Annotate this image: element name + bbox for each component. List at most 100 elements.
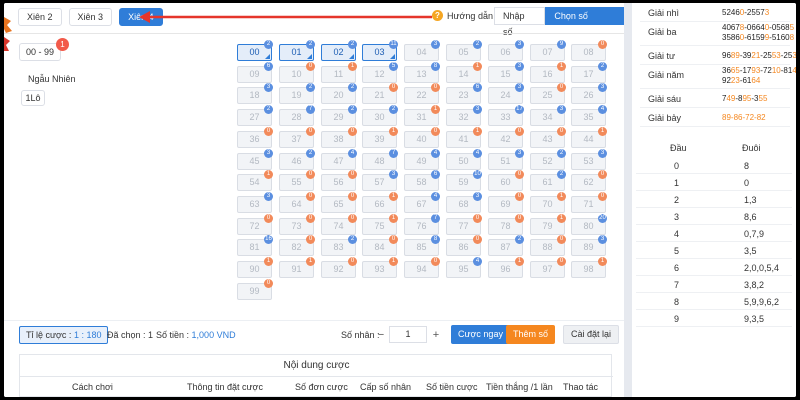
number-cell[interactable]: 11 1 xyxy=(321,62,357,83)
number-cell[interactable]: 37 0 xyxy=(279,127,315,148)
number-cell[interactable]: 34 3 xyxy=(530,105,566,126)
number-cell[interactable]: 33 17 xyxy=(488,105,524,126)
number-cell[interactable]: 97 0 xyxy=(530,257,566,278)
number-cell[interactable]: 61 2 xyxy=(530,170,566,191)
number-cell[interactable]: 10 0 xyxy=(279,62,315,83)
number-cell[interactable]: 05 2 xyxy=(446,40,482,61)
number-cell[interactable]: 79 1 xyxy=(530,214,566,235)
number-cell[interactable]: 14 1 xyxy=(446,62,482,83)
number-cell[interactable]: 36 0 xyxy=(237,127,273,148)
number-cell[interactable]: 82 0 xyxy=(279,235,315,256)
number-cell[interactable]: 95 4 xyxy=(446,257,482,278)
number-cell[interactable]: 00 2 xyxy=(237,40,273,61)
number-cell[interactable]: 48 7 xyxy=(362,149,398,170)
number-cell[interactable]: 22 0 xyxy=(404,83,440,104)
number-cell[interactable]: 43 0 xyxy=(530,127,566,148)
number-cell[interactable]: 41 1 xyxy=(446,127,482,148)
number-cell[interactable]: 24 3 xyxy=(488,83,524,104)
number-cell[interactable]: 67 4 xyxy=(404,192,440,213)
number-cell[interactable]: 88 0 xyxy=(530,235,566,256)
tab-xien-3[interactable]: Xiên 3 xyxy=(68,8,113,26)
number-cell[interactable]: 51 3 xyxy=(488,149,524,170)
number-cell[interactable]: 39 1 xyxy=(362,127,398,148)
number-cell[interactable]: 93 1 xyxy=(362,257,398,278)
quick-pick-mode[interactable]: Chọn số nhanh xyxy=(545,7,624,37)
number-cell[interactable]: 13 8 xyxy=(404,62,440,83)
number-cell[interactable]: 25 0 xyxy=(530,83,566,104)
number-cell[interactable]: 64 0 xyxy=(279,192,315,213)
number-cell[interactable]: 29 2 xyxy=(321,105,357,126)
number-cell[interactable]: 89 3 xyxy=(571,235,607,256)
number-cell[interactable]: 68 3 xyxy=(446,192,482,213)
number-cell[interactable]: 58 6 xyxy=(404,170,440,191)
number-cell[interactable]: 83 2 xyxy=(321,235,357,256)
bet-now-button[interactable]: Cược ngay xyxy=(451,325,510,344)
number-cell[interactable]: 46 2 xyxy=(279,149,315,170)
number-cell[interactable]: 08 0 xyxy=(571,40,607,61)
number-cell[interactable]: 49 4 xyxy=(404,149,440,170)
number-cell[interactable]: 03 11 xyxy=(362,40,398,61)
random-label[interactable]: Ngẫu Nhiên xyxy=(28,74,76,84)
number-cell[interactable]: 77 0 xyxy=(446,214,482,235)
number-cell[interactable]: 32 3 xyxy=(446,105,482,126)
number-cell[interactable]: 75 1 xyxy=(362,214,398,235)
number-cell[interactable]: 52 2 xyxy=(530,149,566,170)
number-cell[interactable]: 84 0 xyxy=(362,235,398,256)
number-cell[interactable]: 78 0 xyxy=(488,214,524,235)
number-cell[interactable]: 19 2 xyxy=(279,83,315,104)
number-cell[interactable]: 21 0 xyxy=(362,83,398,104)
tab-xien-2[interactable]: Xiên 2 xyxy=(18,8,62,26)
number-cell[interactable]: 31 1 xyxy=(404,105,440,126)
number-cell[interactable]: 73 0 xyxy=(279,214,315,235)
number-cell[interactable]: 92 0 xyxy=(321,257,357,278)
number-cell[interactable]: 91 1 xyxy=(279,257,315,278)
number-cell[interactable]: 02 2 xyxy=(321,40,357,61)
number-cell[interactable]: 15 3 xyxy=(488,62,524,83)
number-cell[interactable]: 71 0 xyxy=(571,192,607,213)
number-cell[interactable]: 23 6 xyxy=(446,83,482,104)
number-cell[interactable]: 53 3 xyxy=(571,149,607,170)
number-cell[interactable]: 47 4 xyxy=(321,149,357,170)
guide-link[interactable]: ? Hướng dẫn xyxy=(432,10,493,21)
multiplier-input[interactable]: 1 xyxy=(389,326,427,343)
number-cell[interactable]: 99 0 xyxy=(237,279,273,300)
one-lo-button[interactable]: 1Lô xyxy=(21,90,45,106)
number-cell[interactable]: 81 16 xyxy=(237,235,273,256)
number-cell[interactable]: 80 20 xyxy=(571,214,607,235)
number-cell[interactable]: 62 0 xyxy=(571,170,607,191)
minus-button[interactable]: − xyxy=(374,327,388,343)
number-cell[interactable]: 98 1 xyxy=(571,257,607,278)
number-cell[interactable]: 17 2 xyxy=(571,62,607,83)
number-cell[interactable]: 87 2 xyxy=(488,235,524,256)
number-cell[interactable]: 63 3 xyxy=(237,192,273,213)
scroll-gutter[interactable] xyxy=(624,3,632,397)
number-cell[interactable]: 04 3 xyxy=(404,40,440,61)
number-cell[interactable]: 12 5 xyxy=(362,62,398,83)
number-cell[interactable]: 60 0 xyxy=(488,170,524,191)
reset-button[interactable]: Cài đặt lại xyxy=(563,325,620,344)
range-button[interactable]: 00 - 99 xyxy=(19,43,61,61)
number-cell[interactable]: 59 10 xyxy=(446,170,482,191)
number-cell[interactable]: 70 1 xyxy=(530,192,566,213)
number-cell[interactable]: 55 0 xyxy=(279,170,315,191)
number-cell[interactable]: 66 1 xyxy=(362,192,398,213)
number-cell[interactable]: 44 1 xyxy=(571,127,607,148)
number-cell[interactable]: 30 2 xyxy=(362,105,398,126)
number-cell[interactable]: 18 3 xyxy=(237,83,273,104)
number-cell[interactable]: 06 3 xyxy=(488,40,524,61)
number-cell[interactable]: 26 3 xyxy=(571,83,607,104)
input-number-mode[interactable]: Nhập số xyxy=(494,7,546,37)
number-cell[interactable]: 50 4 xyxy=(446,149,482,170)
number-cell[interactable]: 76 7 xyxy=(404,214,440,235)
number-cell[interactable]: 28 7 xyxy=(279,105,315,126)
number-cell[interactable]: 90 1 xyxy=(237,257,273,278)
number-cell[interactable]: 09 6 xyxy=(237,62,273,83)
number-cell[interactable]: 16 1 xyxy=(530,62,566,83)
number-cell[interactable]: 38 0 xyxy=(321,127,357,148)
number-cell[interactable]: 54 1 xyxy=(237,170,273,191)
number-cell[interactable]: 86 0 xyxy=(446,235,482,256)
number-cell[interactable]: 72 0 xyxy=(237,214,273,235)
number-cell[interactable]: 85 8 xyxy=(404,235,440,256)
number-cell[interactable]: 07 9 xyxy=(530,40,566,61)
number-cell[interactable]: 35 4 xyxy=(571,105,607,126)
